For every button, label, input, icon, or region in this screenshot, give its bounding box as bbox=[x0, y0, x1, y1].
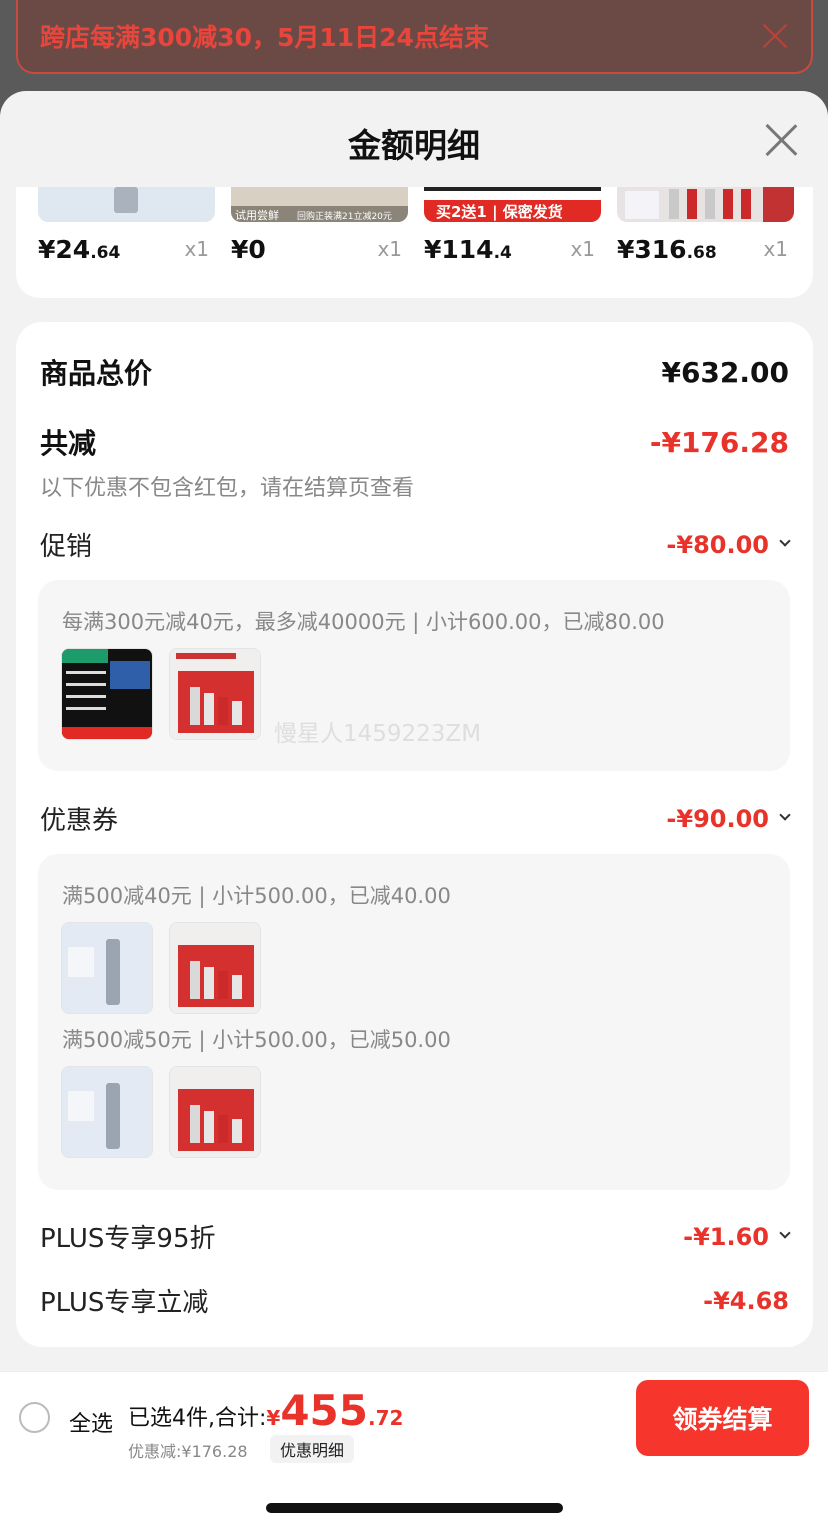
product-tag: 买2送1 | 保密发货 bbox=[436, 203, 563, 221]
plus-discount-value: -¥1.60 bbox=[683, 1222, 769, 1251]
total-price-label: 商品总价 bbox=[40, 357, 153, 390]
total-integer: 455 bbox=[280, 1386, 368, 1435]
plus-reduce-row: PLUS专享立减 -¥4.68 bbox=[40, 1282, 789, 1319]
total-reduce-label: 共减 bbox=[40, 427, 97, 460]
coupon-value: -¥90.00 bbox=[666, 804, 769, 833]
product-price: ¥316.68 bbox=[617, 235, 717, 264]
product-item[interactable]: 买2送1 | 保密发货 ¥114.4 x1 bbox=[418, 187, 601, 287]
product-qty: x1 bbox=[763, 237, 788, 261]
promotion-label: 促销 bbox=[40, 532, 93, 562]
select-all-label[interactable]: 全选 bbox=[69, 1406, 113, 1438]
product-item[interactable]: ¥24.64 x1 bbox=[32, 187, 215, 287]
coupon-group-text: 满500减50元 | 小计500.00，已减50.00 bbox=[62, 1028, 451, 1052]
product-price: ¥0 bbox=[231, 235, 266, 264]
home-indicator bbox=[266, 1503, 563, 1513]
product-thumbnail bbox=[61, 1066, 153, 1158]
chevron-down-icon bbox=[779, 808, 791, 821]
promo-banner: 跨店每满300减30，5月11日24点结束 bbox=[16, 0, 813, 74]
banner-close-icon[interactable] bbox=[761, 22, 789, 50]
promotion-detail: 每满300元减40元，最多减40000元 | 小计600.00，已减80.00 … bbox=[38, 580, 790, 771]
plus-discount-row[interactable]: PLUS专享95折 -¥1.60 bbox=[40, 1218, 791, 1255]
chevron-down-icon bbox=[779, 1226, 791, 1239]
selected-text: 已选4件,合计: bbox=[128, 1406, 267, 1431]
product-item[interactable]: 试用尝鲜 回购正装满21立减20元 ¥0 x1 bbox=[225, 187, 408, 287]
product-thumbnail bbox=[61, 922, 153, 1014]
total-price-value: ¥632.00 bbox=[661, 355, 789, 389]
product-thumbnail bbox=[61, 648, 153, 740]
product-tag: 试用尝鲜 bbox=[235, 209, 279, 222]
product-price: ¥114.4 bbox=[424, 235, 512, 264]
total-decimal: .72 bbox=[368, 1406, 404, 1430]
product-qty: x1 bbox=[184, 237, 209, 261]
product-price: ¥24.64 bbox=[38, 235, 121, 264]
coupon-detail: 满500减40元 | 小计500.00，已减40.00 满500减50元 | 小… bbox=[38, 854, 790, 1190]
plus-reduce-label: PLUS专享立减 bbox=[40, 1288, 209, 1318]
checkout-button[interactable]: 领券结算 bbox=[636, 1380, 809, 1456]
amount-detail-sheet: 金额明细 ¥24.64 x1 试用尝鲜 回购正装满21立减20元 ¥0 x1 买… bbox=[0, 91, 828, 1529]
product-qty: x1 bbox=[570, 237, 595, 261]
total-summary: 已选4件,合计: ¥ 455 .72 bbox=[128, 1386, 403, 1435]
banner-text: 跨店每满300减30，5月11日24点结束 bbox=[40, 23, 489, 52]
promotion-value: -¥80.00 bbox=[666, 530, 769, 559]
discount-note: 以下优惠不包含红包，请在结算页查看 bbox=[40, 476, 415, 501]
product-qty: x1 bbox=[377, 237, 402, 261]
product-thumbnail bbox=[169, 1066, 261, 1158]
plus-reduce-value: -¥4.68 bbox=[703, 1286, 789, 1315]
total-price-row: 商品总价 ¥632.00 bbox=[40, 352, 789, 392]
total-reduce-row: 共减 -¥176.28 bbox=[40, 422, 789, 462]
product-item[interactable]: ¥316.68 x1 bbox=[611, 187, 794, 287]
coupon-row[interactable]: 优惠券 -¥90.00 bbox=[40, 800, 791, 837]
coupon-label: 优惠券 bbox=[40, 806, 119, 836]
product-image: 买2送1 | 保密发货 bbox=[424, 187, 601, 222]
checkout-bar: 全选 已选4件,合计: ¥ 455 .72 优惠减:¥176.28 优惠明细 领… bbox=[0, 1371, 828, 1529]
product-image bbox=[617, 187, 794, 222]
coupon-group-text: 满500减40元 | 小计500.00，已减40.00 bbox=[62, 884, 451, 908]
product-image: 试用尝鲜 回购正装满21立减20元 bbox=[231, 187, 408, 222]
promotion-row[interactable]: 促销 -¥80.00 bbox=[40, 526, 791, 563]
product-list: ¥24.64 x1 试用尝鲜 回购正装满21立减20元 ¥0 x1 买2送1 |… bbox=[16, 187, 813, 298]
promotion-detail-text: 每满300元减40元，最多减40000元 | 小计600.00，已减80.00 bbox=[62, 610, 665, 634]
price-detail-card: 商品总价 ¥632.00 共减 -¥176.28 以下优惠不包含红包，请在结算页… bbox=[16, 322, 813, 1347]
total-currency: ¥ bbox=[266, 1406, 281, 1430]
chevron-down-icon bbox=[779, 534, 791, 547]
product-thumbnail bbox=[169, 648, 261, 740]
plus-discount-label: PLUS专享95折 bbox=[40, 1224, 216, 1254]
product-thumbnail bbox=[169, 922, 261, 1014]
total-reduce-value: -¥176.28 bbox=[649, 425, 789, 459]
product-image bbox=[38, 187, 215, 222]
close-icon[interactable] bbox=[764, 123, 798, 157]
discount-detail-button[interactable]: 优惠明细 bbox=[270, 1435, 355, 1463]
select-all-radio-icon[interactable] bbox=[19, 1402, 50, 1433]
product-promo: 回购正装满21立减20元 bbox=[297, 212, 392, 222]
sheet-title: 金额明细 bbox=[348, 126, 480, 165]
watermark: 慢星人1459223ZM bbox=[274, 721, 482, 747]
discount-amount: 优惠减:¥176.28 bbox=[128, 1442, 248, 1461]
